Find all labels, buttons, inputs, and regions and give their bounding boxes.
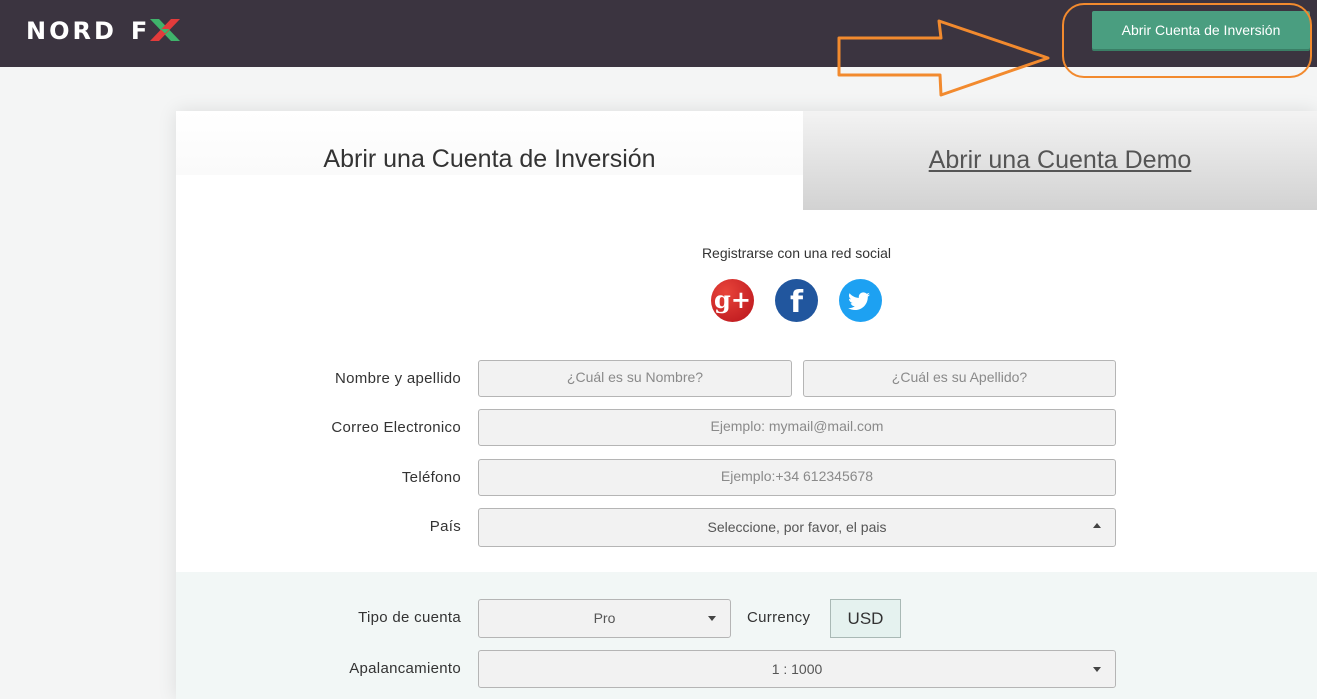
country-label: País (429, 518, 461, 535)
logo-x-icon (150, 19, 181, 41)
phone-input[interactable]: Ejemplo:+34 612345678 (478, 459, 1116, 496)
annotation-arrow-icon (837, 19, 1050, 97)
annotation-highlight-ring (1062, 3, 1312, 78)
twitter-icon[interactable] (839, 279, 882, 322)
first-name-input[interactable]: ¿Cuál es su Nombre? (478, 360, 792, 397)
name-label: Nombre y apellido (335, 370, 461, 387)
caret-down-icon (1093, 667, 1101, 672)
currency-usd-button[interactable]: USD (830, 599, 901, 638)
caret-up-icon (1093, 523, 1101, 528)
logo-f: F (130, 17, 151, 45)
country-select[interactable]: Seleccione, por favor, el pais (478, 508, 1116, 547)
caret-down-icon (708, 616, 716, 621)
account-type-select[interactable]: Pro (478, 599, 731, 638)
logo-nord: NORD (26, 17, 117, 45)
account-type-label: Tipo de cuenta (358, 609, 461, 626)
registration-card: Abrir una Cuenta de Inversión Abrir una … (176, 111, 1317, 699)
logo-x (150, 17, 181, 45)
currency-label: Currency (747, 609, 811, 626)
leverage-label: Apalancamiento (349, 660, 461, 677)
country-select-value: Seleccione, por favor, el pais (707, 519, 887, 535)
nordfx-logo[interactable]: NORD F (26, 17, 181, 45)
social-register-label: Registrarse con una red social (701, 245, 892, 261)
google-plus-icon[interactable]: g+ (711, 279, 754, 322)
leverage-value: 1 : 1000 (771, 661, 823, 677)
google-plus-glyph: g+ (714, 285, 751, 314)
account-type-value: Pro (593, 610, 616, 626)
email-input[interactable]: Ejemplo: mymail@mail.com (478, 409, 1116, 446)
phone-label: Teléfono (401, 469, 461, 486)
leverage-select[interactable]: 1 : 1000 (478, 650, 1116, 688)
facebook-glyph: f (789, 285, 804, 320)
last-name-input[interactable]: ¿Cuál es su Apellido? (803, 360, 1116, 397)
facebook-icon[interactable]: f (775, 279, 818, 322)
tab-demo-account[interactable]: Abrir una Cuenta Demo (803, 111, 1317, 210)
tab-investment-account[interactable]: Abrir una Cuenta de Inversión (176, 111, 803, 175)
email-label: Correo Electronico (331, 419, 461, 436)
twitter-bird-icon (848, 292, 870, 310)
